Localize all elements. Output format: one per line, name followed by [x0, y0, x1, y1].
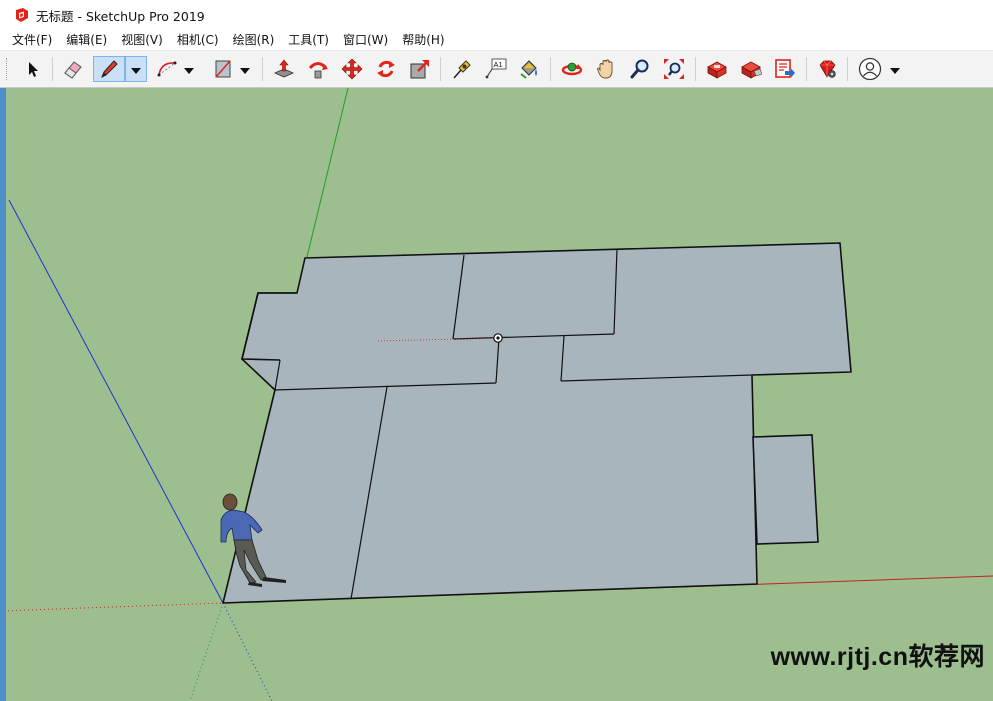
- pencil-line-icon: [98, 58, 120, 80]
- viewport-left-edge: [0, 88, 6, 701]
- orbit-tool-button[interactable]: [559, 56, 585, 82]
- eraser-icon: [62, 58, 84, 80]
- tape-measure-tool-button[interactable]: [449, 56, 475, 82]
- text-tool-button[interactable]: A1: [483, 56, 509, 82]
- scene-canvas[interactable]: [0, 88, 993, 701]
- menu-edit[interactable]: 编辑(E): [59, 30, 114, 50]
- toolbar-separator: [262, 57, 263, 81]
- tape-measure-icon: [451, 58, 473, 80]
- arc-tool-dropdown[interactable]: [182, 56, 196, 82]
- title-bar: 无标题 - SketchUp Pro 2019: [0, 0, 993, 30]
- send-to-layout-button[interactable]: [772, 56, 798, 82]
- zoom-extents-icon: [663, 58, 685, 80]
- move-icon: [341, 58, 363, 80]
- line-tool-button[interactable]: [93, 56, 125, 82]
- extension-manager-button[interactable]: [814, 56, 840, 82]
- model-viewport[interactable]: [0, 88, 993, 701]
- select-tool-button[interactable]: [20, 56, 46, 82]
- move-tool-button[interactable]: [339, 56, 365, 82]
- menu-draw[interactable]: 绘图(R): [226, 30, 282, 50]
- menu-file[interactable]: 文件(F): [0, 30, 59, 50]
- follow-me-tool-button[interactable]: [305, 56, 331, 82]
- select-arrow-icon: [23, 59, 43, 79]
- menu-bar: 文件(F) 编辑(E) 视图(V) 相机(C) 绘图(R) 工具(T) 窗口(W…: [0, 30, 993, 50]
- shape-tool-button[interactable]: [210, 56, 236, 82]
- red-axis-negative: [0, 602, 224, 612]
- pan-tool-button[interactable]: [593, 56, 619, 82]
- user-account-icon: [858, 57, 882, 81]
- paint-bucket-icon: [518, 58, 540, 80]
- zoom-magnifier-icon: [629, 58, 651, 80]
- shape-tool-dropdown[interactable]: [238, 56, 252, 82]
- toolbar-separator: [440, 57, 441, 81]
- orbit-icon: [561, 58, 583, 80]
- menu-tools[interactable]: 工具(T): [281, 30, 336, 50]
- push-pull-icon: [273, 58, 295, 80]
- menu-window[interactable]: 窗口(W): [336, 30, 395, 50]
- pencil-cursor-point: [493, 333, 503, 343]
- menu-help[interactable]: 帮助(H): [395, 30, 451, 50]
- window-title: 无标题 - SketchUp Pro 2019: [36, 8, 205, 24]
- zoom-tool-button[interactable]: [627, 56, 653, 82]
- text-tool-label: A1: [494, 60, 503, 69]
- paint-bucket-tool-button[interactable]: [516, 56, 542, 82]
- toolbar-separator: [52, 57, 53, 81]
- pan-hand-icon: [595, 58, 617, 80]
- extension-warehouse-button[interactable]: [738, 56, 764, 82]
- line-tool-dropdown[interactable]: [125, 56, 147, 82]
- 3d-warehouse-icon: [706, 58, 728, 80]
- user-account-button[interactable]: [857, 56, 883, 82]
- chevron-down-icon: [131, 60, 141, 79]
- blue-axis: [8, 199, 224, 604]
- sketchup-logo-icon: [14, 7, 30, 23]
- ruby-extension-icon: [816, 58, 838, 80]
- arc-icon: [156, 58, 178, 80]
- floor-plan-face[interactable]: [222, 242, 852, 604]
- main-toolbar: A1: [0, 50, 993, 88]
- toolbar-separator: [806, 57, 807, 81]
- rectangle-shape-icon: [212, 58, 234, 80]
- rotate-tool-button[interactable]: [373, 56, 399, 82]
- toolbar-grip[interactable]: [6, 58, 10, 80]
- green-axis-negative: [189, 602, 224, 701]
- arc-tool-button[interactable]: [154, 56, 180, 82]
- right-bumpout-face[interactable]: [752, 434, 819, 545]
- menu-camera[interactable]: 相机(C): [170, 30, 226, 50]
- chevron-down-icon: [184, 60, 194, 79]
- toolbar-separator: [847, 57, 848, 81]
- push-pull-tool-button[interactable]: [271, 56, 297, 82]
- scale-tool-button[interactable]: [407, 56, 433, 82]
- 3d-warehouse-button[interactable]: [704, 56, 730, 82]
- toolbar-separator: [550, 57, 551, 81]
- send-to-layout-icon: [774, 58, 796, 80]
- sketchup-window: 无标题 - SketchUp Pro 2019 文件(F) 编辑(E) 视图(V…: [0, 0, 993, 701]
- extension-warehouse-icon: [740, 58, 762, 80]
- chevron-down-icon: [890, 60, 900, 79]
- scale-icon: [409, 58, 431, 80]
- chevron-down-icon: [240, 60, 250, 79]
- account-dropdown[interactable]: [888, 56, 902, 82]
- zoom-extents-tool-button[interactable]: [661, 56, 687, 82]
- blue-axis-negative: [222, 602, 273, 701]
- watermark-text: www.rjtj.cn软荐网: [770, 643, 985, 671]
- rotate-icon: [375, 58, 397, 80]
- eraser-tool-button[interactable]: [60, 56, 86, 82]
- text-label-icon: A1: [484, 58, 508, 80]
- menu-view[interactable]: 视图(V): [114, 30, 170, 50]
- toolbar-separator: [695, 57, 696, 81]
- follow-me-icon: [307, 58, 329, 80]
